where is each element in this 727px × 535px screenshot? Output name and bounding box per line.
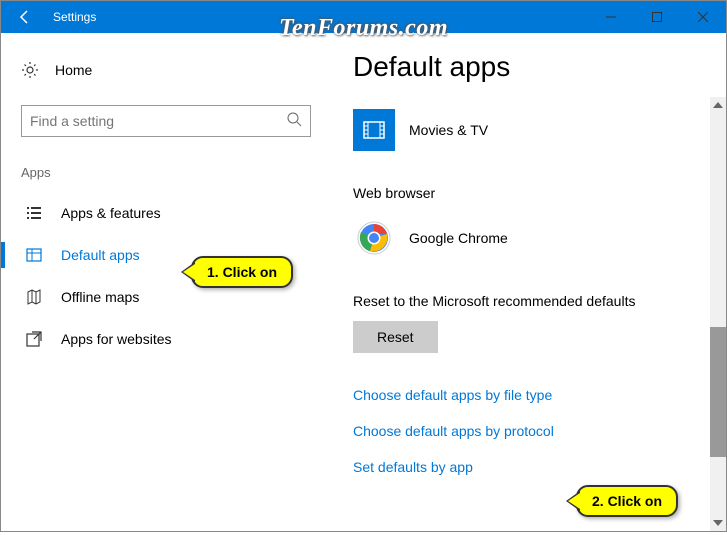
home-label: Home — [55, 62, 92, 78]
titlebar: Settings — [1, 1, 726, 33]
scroll-down-arrow[interactable] — [710, 515, 726, 531]
link-set-defaults-by-app[interactable]: Set defaults by app — [353, 449, 716, 485]
window-title: Settings — [49, 10, 96, 24]
sidebar-item-apps-features[interactable]: Apps & features — [21, 192, 329, 234]
nav-label: Default apps — [61, 247, 140, 263]
callout-step-2: 2. Click on — [576, 485, 678, 517]
minimize-button[interactable] — [588, 1, 634, 33]
section-label: Apps — [21, 165, 329, 180]
app-name: Movies & TV — [409, 122, 488, 138]
scrollbar[interactable] — [710, 97, 726, 531]
window-controls — [588, 1, 726, 33]
back-button[interactable] — [1, 1, 49, 33]
maximize-button[interactable] — [634, 1, 680, 33]
reset-description: Reset to the Microsoft recommended defau… — [353, 293, 716, 309]
gear-icon — [21, 61, 39, 79]
search-box[interactable] — [21, 105, 311, 137]
home-link[interactable]: Home — [21, 53, 329, 87]
callout-step-1: 1. Click on — [191, 256, 293, 288]
main-panel: Default apps Movies & TV Web browser Goo… — [329, 33, 726, 531]
app-name: Google Chrome — [409, 230, 508, 246]
link-choose-by-protocol[interactable]: Choose default apps by protocol — [353, 413, 716, 449]
search-icon — [286, 111, 302, 132]
open-icon — [25, 330, 43, 348]
app-tile-chrome[interactable]: Google Chrome — [353, 211, 716, 265]
movies-tv-icon — [353, 109, 395, 151]
list-icon — [25, 204, 43, 222]
nav-label: Offline maps — [61, 289, 139, 305]
chrome-icon — [353, 217, 395, 259]
page-title: Default apps — [353, 51, 716, 83]
scroll-area[interactable]: Movies & TV Web browser Google Chrome Re… — [353, 95, 716, 535]
link-choose-by-filetype[interactable]: Choose default apps by file type — [353, 377, 716, 413]
scroll-up-arrow[interactable] — [710, 97, 726, 113]
search-input[interactable] — [30, 113, 286, 129]
map-icon — [25, 288, 43, 306]
close-button[interactable] — [680, 1, 726, 33]
category-web-browser: Web browser — [353, 185, 716, 201]
scrollbar-thumb[interactable] — [710, 327, 726, 457]
nav-label: Apps & features — [61, 205, 161, 221]
reset-button[interactable]: Reset — [353, 321, 438, 353]
defaults-icon — [25, 246, 43, 264]
nav-label: Apps for websites — [61, 331, 172, 347]
app-tile-movies-tv[interactable]: Movies & TV — [353, 103, 716, 157]
sidebar-item-apps-websites[interactable]: Apps for websites — [21, 318, 329, 360]
category-video-player — [353, 95, 716, 97]
